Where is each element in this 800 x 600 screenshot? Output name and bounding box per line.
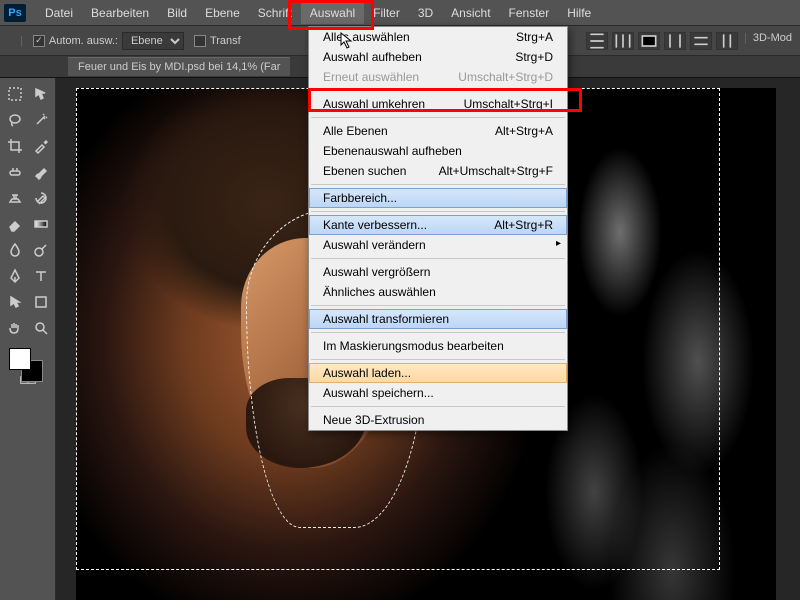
menu-3d[interactable]: 3D [409,2,442,24]
menu-item-shortcut: Alt+Strg+A [495,124,553,138]
show-transform-checkbox[interactable] [194,35,206,47]
selection-menu-dropdown: Alles auswählen Strg+A Auswahl aufheben Str… [308,26,568,431]
align-icon[interactable] [638,32,660,50]
menu-item-label: Ebenen suchen [323,164,406,178]
history-brush-tool-icon[interactable] [29,186,53,210]
distribute-icon[interactable] [690,32,712,50]
color-swatches[interactable] [3,348,53,388]
menu-item[interactable]: Auswahl vergrößern [309,262,567,282]
menu-item-label: Auswahl transformieren [323,312,449,326]
menu-item-shortcut: Alt+Strg+R [494,218,553,232]
menu-item-shortcut: Alt+Umschalt+Strg+F [439,164,553,178]
foreground-swatch[interactable] [9,348,31,370]
magic-wand-tool-icon[interactable] [29,108,53,132]
menu-bearbeiten[interactable]: Bearbeiten [82,2,158,24]
move-tool-icon[interactable] [29,82,53,106]
menu-hilfe[interactable]: Hilfe [558,2,600,24]
menu-ebene[interactable]: Ebene [196,2,249,24]
highlight-rectangle [288,0,374,30]
menu-separator [311,184,565,185]
path-select-tool-icon[interactable] [3,290,27,314]
menu-item[interactable]: Auswahl transformieren [309,309,567,329]
document-tab[interactable]: Feuer und Eis by MDI.psd bei 14,1% (Far [68,57,290,76]
gradient-tool-icon[interactable] [29,212,53,236]
cursor-icon [340,32,354,55]
align-icon[interactable] [664,32,686,50]
align-icon[interactable] [586,32,608,50]
brush-tool-icon[interactable] [29,160,53,184]
menu-item[interactable]: Im Maskierungsmodus bearbeiten [309,336,567,356]
auto-select-checkbox[interactable]: ✓ [33,35,45,47]
menu-item[interactable]: Ebenenauswahl aufheben [309,141,567,161]
menu-separator [311,332,565,333]
marquee-tool-icon[interactable] [3,82,27,106]
menu-item-label: Alle Ebenen [323,124,388,138]
eraser-tool-icon[interactable] [3,212,27,236]
menu-separator [311,258,565,259]
highlight-rectangle [308,88,582,112]
menu-item[interactable]: Auswahl laden... [309,363,567,383]
menu-item-label: Auswahl aufheben [323,50,422,64]
menu-datei[interactable]: Datei [36,2,82,24]
toolbox [0,78,56,600]
eyedropper-tool-icon[interactable] [29,134,53,158]
menu-item[interactable]: Ähnliches auswählen [309,282,567,302]
menu-item[interactable]: Kante verbessern... Alt+Strg+R [309,215,567,235]
shape-tool-icon[interactable] [29,290,53,314]
menu-bild[interactable]: Bild [158,2,196,24]
menu-item-label: Erneut auswählen [323,70,419,84]
menu-item-label: Ähnliches auswählen [323,285,436,299]
dodge-tool-icon[interactable] [29,238,53,262]
menu-item: Erneut auswählen Umschalt+Strg+D [309,67,567,87]
menu-separator [311,117,565,118]
menu-item[interactable]: Alle Ebenen Alt+Strg+A [309,121,567,141]
crop-tool-icon[interactable] [3,134,27,158]
menu-separator [311,406,565,407]
menu-item-shortcut: Strg+A [516,30,553,44]
healing-brush-tool-icon[interactable] [3,160,27,184]
menu-separator [311,211,565,212]
type-tool-icon[interactable] [29,264,53,288]
menu-ansicht[interactable]: Ansicht [442,2,499,24]
menu-item-label: Auswahl laden... [323,366,411,380]
app-icon: Ps [4,4,26,22]
clone-stamp-tool-icon[interactable] [3,186,27,210]
menu-item-label: Alles auswählen [323,30,410,44]
auto-select-target[interactable]: Ebene [122,32,184,50]
menu-item[interactable]: Ebenen suchen Alt+Umschalt+Strg+F [309,161,567,181]
menu-item[interactable]: Farbbereich... [309,188,567,208]
menu-item-label: Auswahl speichern... [323,386,434,400]
zoom-tool-icon[interactable] [29,316,53,340]
menubar: Ps DateiBearbeitenBildEbeneSchriftAuswah… [0,0,800,26]
distribute-icon[interactable] [716,32,738,50]
menu-item-label: Auswahl verändern [323,238,426,252]
menu-item-shortcut: Umschalt+Strg+D [458,70,553,84]
menu-item[interactable]: Neue 3D-Extrusion [309,410,567,430]
lasso-tool-icon[interactable] [3,108,27,132]
menu-item-label: Auswahl vergrößern [323,265,430,279]
hand-tool-icon[interactable] [3,316,27,340]
menu-item-shortcut: Strg+D [515,50,553,64]
blur-tool-icon[interactable] [3,238,27,262]
menu-item-label: Farbbereich... [323,191,397,205]
show-transform-label: Transf [210,35,241,47]
menu-fenster[interactable]: Fenster [500,2,559,24]
align-icon[interactable] [612,32,634,50]
menu-separator [311,305,565,306]
menu-item-label: Im Maskierungsmodus bearbeiten [323,339,504,353]
align-icon-group: | 3D-Mod [586,32,792,50]
menu-item[interactable]: Auswahl verändern [309,235,567,255]
auto-select-label: Autom. ausw.: [49,35,118,47]
menu-item-label: Kante verbessern... [323,218,427,232]
menu-item[interactable]: Auswahl speichern... [309,383,567,403]
menu-item-label: Ebenenauswahl aufheben [323,144,462,158]
pen-tool-icon[interactable] [3,264,27,288]
menu-item-label: Neue 3D-Extrusion [323,413,424,427]
3d-mode-label: 3D-Mod [753,32,792,50]
menu-separator [311,359,565,360]
